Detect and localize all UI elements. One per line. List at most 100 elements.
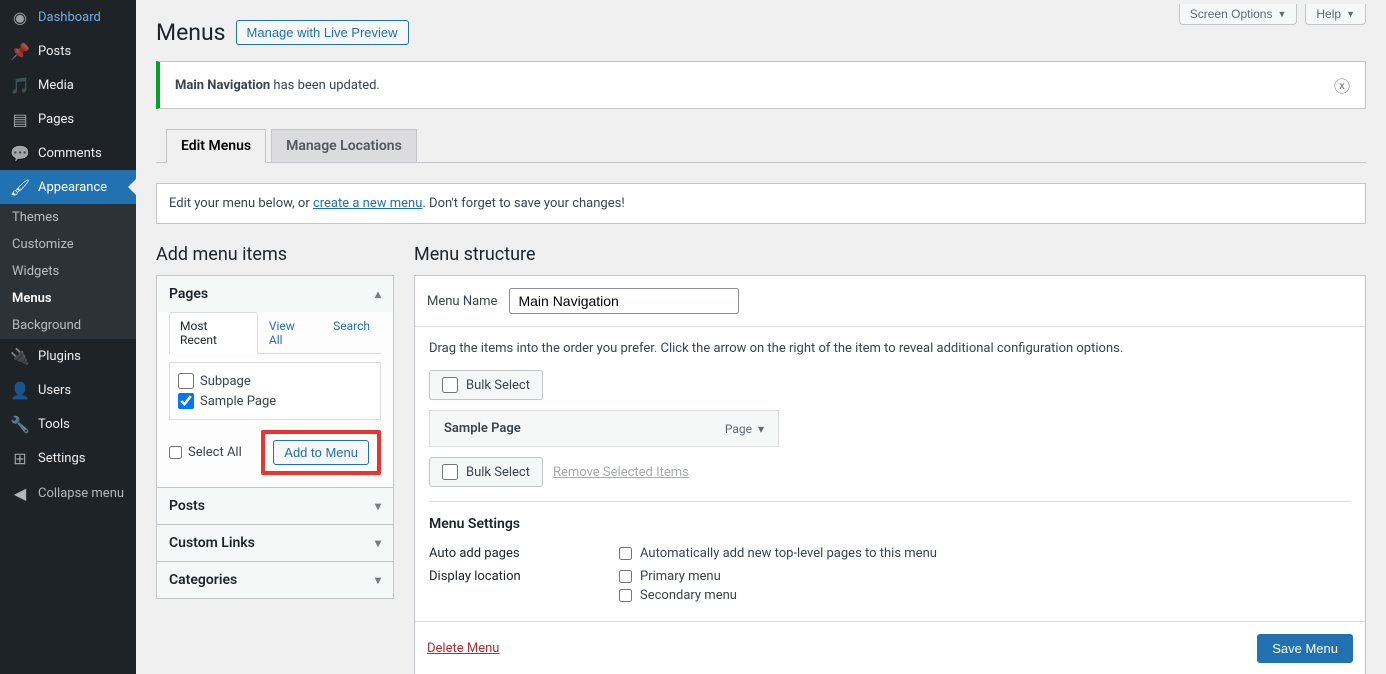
sidebar-item-settings[interactable]: ⊞ Settings [0,441,136,475]
sidebar-item-plugins[interactable]: 🔌Plugins [0,339,136,373]
sidebar-item-comments[interactable]: 💬 Comments [0,136,136,170]
submenu-widgets[interactable]: Widgets [0,258,136,285]
create-new-menu-link[interactable]: create a new menu [313,196,422,211]
menu-structure-heading: Menu structure [414,244,1366,265]
bulk-select-bottom[interactable]: Bulk Select [429,457,543,487]
submenu-customize[interactable]: Customize [0,231,136,258]
sidebar-item-posts[interactable]: 📌Posts [0,34,136,68]
dismiss-notice-button[interactable]: ⓧ [1334,73,1350,97]
accordion-header-custom-links[interactable]: Custom Links ▾ [157,525,393,561]
add-to-menu-button[interactable]: Add to Menu [273,440,369,465]
auto-add-pages-label: Auto add pages [429,546,619,561]
sidebar-item-appearance[interactable]: 🖌Appearance [0,170,136,204]
notice-rest: has been updated. [270,78,380,93]
save-menu-button[interactable]: Save Menu [1257,634,1353,663]
menu-settings: Auto add pages Automatically add new top… [429,542,1351,607]
collapse-menu-button[interactable]: ◀ Collapse menu [0,475,136,511]
select-all-pages[interactable]: Select All [169,445,242,460]
chevron-down-icon: ▼ [1277,9,1286,19]
submenu-menus[interactable]: Menus [0,285,136,312]
sidebar-item-media[interactable]: 🎵 Media [0,68,136,102]
menu-item-type: Page▾ [725,422,764,436]
page-checkbox[interactable] [178,373,194,389]
sidebar-item-label: Comments [38,146,102,161]
manage-live-preview-button[interactable]: Manage with Live Preview [236,20,409,45]
sidebar-item-users[interactable]: 👤Users [0,373,136,407]
location-secondary-row[interactable]: Secondary menu [619,588,737,603]
page-item-label: Sample Page [200,394,276,409]
chevron-down-icon: ▾ [375,536,381,550]
screen-options-button[interactable]: Screen Options ▼ [1179,4,1298,25]
auto-add-checkbox-row[interactable]: Automatically add new top-level pages to… [619,546,937,561]
chevron-down-icon: ▾ [375,499,381,513]
page-item-subpage[interactable]: Subpage [178,371,372,391]
page-checkbox[interactable] [178,393,194,409]
chevron-up-icon: ▴ [375,287,381,301]
accordion-pages: Pages▴ Most Recent View All Search Subpa… [157,276,393,488]
settings-icon: ⊞ [10,448,30,468]
location-primary-checkbox[interactable] [619,570,632,583]
sidebar-item-label: Media [38,78,74,93]
delete-menu-link[interactable]: Delete Menu [427,641,499,656]
sidebar-item-dashboard[interactable]: ◉Dashboard [0,0,136,34]
accordion-header-categories[interactable]: Categories▾ [157,562,393,598]
bulk-select-checkbox[interactable] [442,464,458,480]
location-primary-label: Primary menu [640,569,721,584]
location-secondary-checkbox[interactable] [619,589,632,602]
page-title: Menus [156,19,226,46]
menu-panel-footer: Delete Menu Save Menu [415,621,1365,674]
collapse-label: Collapse menu [38,486,124,501]
accordion-header-pages[interactable]: Pages▴ [157,276,393,312]
tools-icon: 🔧 [10,414,30,434]
sidebar-item-pages[interactable]: ▤Pages [0,102,136,136]
dashboard-icon: ◉ [10,7,30,27]
plugins-icon: 🔌 [10,346,30,366]
accordion-header-posts[interactable]: Posts▾ [157,488,393,524]
bulk-select-top[interactable]: Bulk Select [429,370,543,400]
add-menu-items-column: Add menu items Pages▴ Most Recent View A… [156,244,394,674]
location-primary-row[interactable]: Primary menu [619,569,737,584]
tab-edit-menus[interactable]: Edit Menus [166,129,266,163]
submenu-themes[interactable]: Themes [0,204,136,231]
auto-add-checkbox[interactable] [619,547,632,560]
submenu-background[interactable]: Background [0,312,136,339]
menu-item-sample-page[interactable]: Sample Page Page▾ [429,410,779,447]
menu-name-label: Menu Name [427,294,497,309]
page-item-sample-page[interactable]: Sample Page [178,391,372,411]
pages-icon: ▤ [10,109,30,129]
pages-footer: Select All Add to Menu [169,430,381,475]
help-label: Help [1316,7,1341,21]
subtab-view-all[interactable]: View All [258,312,322,354]
chevron-down-icon: ▾ [758,422,764,436]
notice-strong: Main Navigation [175,78,270,93]
sidebar-item-label: Settings [38,451,85,466]
select-all-checkbox[interactable] [169,446,182,459]
subtab-search[interactable]: Search [322,312,381,354]
screen-options-label: Screen Options [1190,7,1273,21]
bulk-select-checkbox[interactable] [442,377,458,393]
highlight-annotation: Add to Menu [261,430,381,475]
help-button[interactable]: Help▼ [1305,4,1366,25]
comments-icon: 💬 [10,143,30,163]
media-icon: 🎵 [10,75,30,95]
subtab-most-recent[interactable]: Most Recent [169,312,258,354]
menu-name-input[interactable] [509,288,739,314]
accordion-body-pages: Most Recent View All Search Subpage Samp… [157,312,393,487]
tab-manage-locations[interactable]: Manage Locations [271,129,417,163]
sidebar-item-tools[interactable]: 🔧 Tools [0,407,136,441]
admin-sidebar: ◉Dashboard 📌Posts 🎵 Media ▤Pages 💬 Comment… [0,0,136,674]
page-item-label: Subpage [200,374,251,389]
info-bar: Edit your menu below, or create a new me… [156,183,1366,224]
sidebar-item-label: Posts [38,44,71,59]
sidebar-item-label: Tools [38,417,70,432]
pages-subtabs: Most Recent View All Search [169,312,381,354]
accordion-title: Custom Links [169,535,255,551]
nav-tabs: Edit Menus Manage Locations [156,129,1366,163]
users-icon: 👤 [10,380,30,400]
accordion-title: Categories [169,572,237,588]
collapse-icon: ◀ [10,483,30,503]
info-text-pre: Edit your menu below, or [169,196,313,211]
sidebar-item-label: Appearance [38,180,107,195]
menu-instructions: Drag the items into the order you prefer… [429,341,1351,356]
remove-selected-link[interactable]: Remove Selected Items [553,465,689,480]
